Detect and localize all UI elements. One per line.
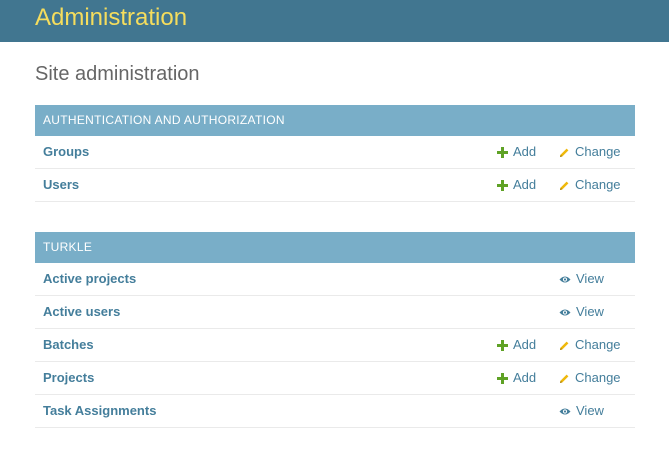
add-label: Add	[513, 370, 537, 385]
table-row: Groups Add Change	[35, 136, 635, 169]
change-label: Change	[575, 177, 621, 192]
view-button[interactable]: View	[559, 263, 604, 295]
eye-icon	[559, 309, 571, 315]
model-link-active-users[interactable]: Active users	[43, 296, 120, 328]
model-link-task-assignments[interactable]: Task Assignments	[43, 395, 156, 427]
view-button[interactable]: View	[559, 395, 604, 427]
change-button[interactable]: Change	[559, 362, 621, 394]
model-link-active-projects[interactable]: Active projects	[43, 263, 136, 295]
table-row: Users Add Change	[35, 169, 635, 202]
plus-icon	[497, 146, 508, 158]
module-caption[interactable]: AUTHENTICATION AND AUTHORIZATION	[35, 105, 635, 136]
table-row: Projects Add Change	[35, 362, 635, 395]
change-button[interactable]: Change	[559, 136, 621, 168]
table-row: Batches Add Change	[35, 329, 635, 362]
view-button[interactable]: View	[559, 296, 604, 328]
plus-icon	[497, 179, 508, 191]
module-caption[interactable]: TURKLE	[35, 232, 635, 263]
change-button[interactable]: Change	[559, 329, 621, 361]
view-label: View	[576, 271, 604, 286]
model-link-batches[interactable]: Batches	[43, 329, 94, 361]
change-label: Change	[575, 337, 621, 352]
view-label: View	[576, 403, 604, 418]
change-label: Change	[575, 144, 621, 159]
add-button[interactable]: Add	[497, 169, 536, 201]
eye-icon	[559, 276, 571, 282]
model-link-groups[interactable]: Groups	[43, 136, 89, 168]
table-row: Active projects View	[35, 263, 635, 296]
add-button[interactable]: Add	[497, 136, 536, 168]
add-label: Add	[513, 144, 537, 159]
plus-icon	[497, 372, 508, 384]
add-label: Add	[513, 337, 537, 352]
pencil-icon	[560, 148, 569, 157]
site-title[interactable]: Administration	[35, 4, 187, 32]
model-link-users[interactable]: Users	[43, 169, 79, 201]
model-link-projects[interactable]: Projects	[43, 362, 94, 394]
plus-icon	[497, 339, 508, 351]
module-turkle: TURKLE Active projects View Active users…	[35, 232, 635, 428]
main-content: Site administration AUTHENTICATION AND A…	[35, 42, 635, 428]
module-auth: AUTHENTICATION AND AUTHORIZATION Groups …	[35, 105, 635, 202]
table-row: Active users View	[35, 296, 635, 329]
view-label: View	[576, 304, 604, 319]
change-label: Change	[575, 370, 621, 385]
add-button[interactable]: Add	[497, 362, 536, 394]
change-button[interactable]: Change	[559, 169, 621, 201]
pencil-icon	[560, 374, 569, 383]
page-title: Site administration	[35, 63, 200, 85]
header-bar: Administration	[0, 0, 669, 42]
eye-icon	[559, 408, 571, 414]
pencil-icon	[560, 341, 569, 350]
pencil-icon	[560, 181, 569, 190]
add-label: Add	[513, 177, 537, 192]
add-button[interactable]: Add	[497, 329, 536, 361]
table-row: Task Assignments View	[35, 395, 635, 428]
